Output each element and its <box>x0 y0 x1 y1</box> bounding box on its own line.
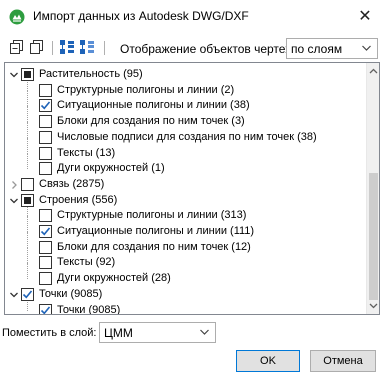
expand-all-icon[interactable] <box>29 39 45 55</box>
collapsed-chevron-icon[interactable] <box>9 180 19 190</box>
layer-checkbox[interactable] <box>39 256 52 270</box>
tree-row[interactable]: Дуги окружностей (28) <box>5 263 365 287</box>
layer-checkbox[interactable] <box>39 209 52 223</box>
layer-checkbox[interactable] <box>39 272 52 286</box>
window-title: Импорт данных из Autodesk DWG/DXF <box>33 9 249 23</box>
tree-row[interactable]: Тексты (92) <box>5 247 365 271</box>
layer-label: Строения (556) <box>39 193 118 206</box>
expanded-chevron-icon[interactable] <box>9 70 19 80</box>
layer-checkbox[interactable] <box>39 303 52 314</box>
expanded-chevron-icon[interactable] <box>9 290 19 300</box>
layer-checkbox[interactable] <box>21 68 34 81</box>
tree-row[interactable]: Связь (2875) <box>5 177 365 193</box>
tree-row[interactable]: Числовые подписи для создания по ним точ… <box>5 121 365 146</box>
tree-row[interactable]: Тексты (13) <box>5 137 365 162</box>
cancel-button[interactable]: Отмена <box>310 350 376 372</box>
layer-label: Точки (9085) <box>57 303 121 315</box>
layer-label: Дуги окружностей (28) <box>57 272 171 285</box>
layer-label: Структурные полигоны и линии (2) <box>57 83 235 96</box>
tree-row[interactable]: Точки (9085) <box>5 287 365 303</box>
target-layer-select[interactable]: ЦММ <box>99 322 216 343</box>
expanded-chevron-icon[interactable] <box>9 196 19 206</box>
layer-label: Структурные полигоны и линии (313) <box>57 209 247 222</box>
layer-checkbox[interactable] <box>39 240 52 254</box>
tree-row[interactable]: Блоки для создания по ним точек (3) <box>5 106 365 130</box>
collapse-all-icon[interactable] <box>9 39 25 55</box>
layer-label: Блоки для создания по ним точек (12) <box>57 240 251 253</box>
layer-label: Тексты (13) <box>57 146 116 159</box>
layer-checkbox[interactable] <box>39 162 52 176</box>
scroll-down-icon[interactable] <box>369 301 378 310</box>
layer-checkbox[interactable] <box>21 193 34 207</box>
layer-checkbox[interactable] <box>39 83 52 97</box>
toolbar-separator <box>104 41 105 55</box>
checkmark-icon <box>40 227 51 236</box>
check-all-icon[interactable] <box>59 39 75 55</box>
close-icon: ✕ <box>358 8 372 25</box>
checkmark-icon <box>40 101 51 110</box>
layer-label: Числовые подписи для создания по ним точ… <box>57 130 317 143</box>
tree-row[interactable]: Блоки для создания по ним точек (12) <box>5 231 365 256</box>
layer-checkbox[interactable] <box>21 177 34 191</box>
layer-label: Блоки для создания по ним точек (3) <box>57 115 245 128</box>
layer-checkbox[interactable] <box>21 287 34 301</box>
scrollbar-thumb[interactable] <box>369 173 378 300</box>
layer-label: Точки (9085) <box>39 287 103 300</box>
layer-label: Тексты (92) <box>57 256 116 269</box>
chevron-down-icon <box>362 45 371 51</box>
layer-label: Растительность (95) <box>39 68 143 80</box>
vertical-scrollbar[interactable] <box>366 63 379 314</box>
tree-row[interactable]: Точки (9085) <box>5 294 365 315</box>
tree-row[interactable]: Ситуационные полигоны и линии (111) <box>5 216 365 240</box>
layer-checkbox[interactable] <box>39 115 52 129</box>
toolbar: Отображение объектов чертежа: по слоям <box>0 33 382 61</box>
tree-row[interactable]: Растительность (95) <box>5 67 365 83</box>
display-mode-select[interactable]: по слоям <box>286 38 378 59</box>
layer-label: Ситуационные полигоны и линии (38) <box>57 99 250 112</box>
tree-row[interactable]: Дуги окружностей (1) <box>5 153 365 177</box>
layer-tree[interactable]: Элементы дороги (430)Точки (9085)Точки (… <box>4 62 380 315</box>
checkmark-icon <box>22 290 33 299</box>
title-bar: Импорт данных из Autodesk DWG/DXF ✕ <box>0 0 382 32</box>
layer-checkbox[interactable] <box>39 146 52 160</box>
close-button[interactable]: ✕ <box>352 4 378 28</box>
checkmark-icon <box>40 305 51 314</box>
layer-label: Дуги окружностей (1) <box>57 162 165 175</box>
layer-checkbox[interactable] <box>39 130 52 144</box>
tree-row[interactable]: Ситуационные полигоны и линии (38) <box>5 90 365 114</box>
display-mode-value: по слоям <box>291 42 343 56</box>
app-icon <box>9 9 25 25</box>
target-layer-value: ЦММ <box>104 326 133 340</box>
toolbar-separator <box>52 41 53 55</box>
target-layer-label: Поместить в слой: <box>2 327 97 339</box>
chevron-down-icon <box>200 329 209 335</box>
scroll-up-icon[interactable] <box>369 67 378 76</box>
layer-label: Связь (2875) <box>39 177 105 190</box>
ok-button[interactable]: OK <box>236 350 300 372</box>
tree-row[interactable]: Строения (556) <box>5 193 365 209</box>
layer-label: Ситуационные полигоны и линии (111) <box>57 225 255 237</box>
uncheck-all-icon[interactable] <box>79 39 95 55</box>
layer-checkbox[interactable] <box>39 99 52 113</box>
layer-checkbox[interactable] <box>39 225 52 238</box>
tree-row[interactable]: Структурные полигоны и линии (313) <box>5 200 365 224</box>
tree-row[interactable]: Структурные полигоны и линии (2) <box>5 74 365 99</box>
display-mode-label: Отображение объектов чертежа: <box>120 42 304 56</box>
